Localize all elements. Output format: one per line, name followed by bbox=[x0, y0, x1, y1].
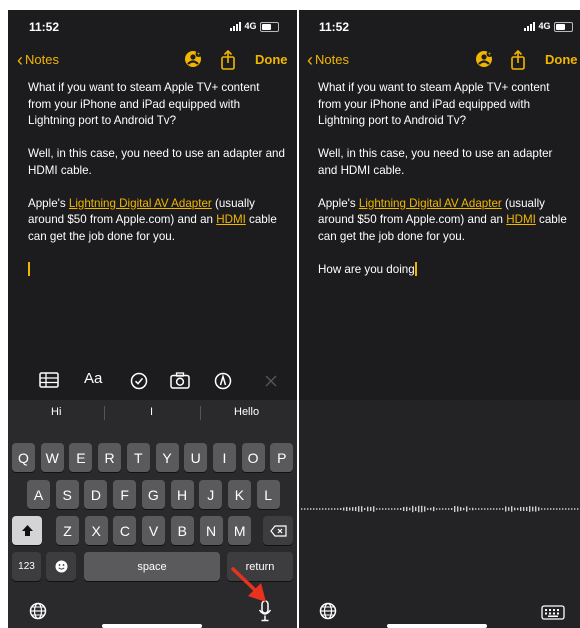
text-cursor bbox=[28, 262, 30, 277]
done-button[interactable]: Done bbox=[545, 52, 578, 67]
key-z[interactable]: Z bbox=[56, 516, 79, 545]
key-w[interactable]: W bbox=[40, 443, 64, 472]
dictation-waveform bbox=[301, 505, 579, 513]
chevron-left-icon: ‹ bbox=[307, 49, 313, 70]
collaborate-icon[interactable]: + bbox=[474, 50, 494, 68]
text-cursor bbox=[414, 262, 417, 277]
hdmi-link[interactable]: HDMI bbox=[216, 213, 246, 226]
network-type: 4G bbox=[244, 21, 257, 31]
close-icon[interactable] bbox=[265, 375, 277, 387]
note-paragraph-1: What if you want to steam Apple TV+ cont… bbox=[318, 81, 550, 127]
key-a[interactable]: A bbox=[27, 480, 50, 509]
key-s[interactable]: S bbox=[55, 480, 79, 509]
dictation-panel bbox=[299, 400, 580, 628]
key-b[interactable]: B bbox=[170, 516, 194, 545]
delete-key[interactable] bbox=[263, 516, 293, 545]
delete-icon bbox=[269, 524, 287, 537]
key-l[interactable]: L bbox=[256, 480, 280, 509]
note-paragraph-3: Apple's Lightning Digital AV Adapter (us… bbox=[28, 196, 285, 246]
svg-text:+: + bbox=[488, 52, 492, 58]
cellular-signal-icon: 4G bbox=[524, 21, 551, 31]
navigation-bar: ‹ Notes + Done bbox=[299, 48, 580, 72]
dictated-text: How are you doing bbox=[318, 262, 415, 276]
markup-icon[interactable] bbox=[214, 372, 232, 390]
key-v[interactable]: V bbox=[142, 516, 166, 545]
key-d[interactable]: D bbox=[84, 480, 108, 509]
back-label: Notes bbox=[315, 52, 349, 67]
checklist-icon[interactable] bbox=[130, 372, 148, 390]
format-toolbar: Aa bbox=[8, 367, 297, 397]
text-format-icon[interactable]: Aa bbox=[84, 370, 102, 387]
globe-icon[interactable] bbox=[319, 602, 337, 620]
note-body[interactable]: What if you want to steam Apple TV+ cont… bbox=[28, 80, 285, 295]
predictive-text-bar: Hi I Hello bbox=[8, 400, 297, 426]
key-h[interactable]: H bbox=[170, 480, 194, 509]
key-t[interactable]: T bbox=[126, 443, 150, 472]
share-icon[interactable] bbox=[220, 50, 236, 70]
keyboard: Hi I Hello QWERTYUIOPASDFGHJKLZXCVBNM 12… bbox=[8, 400, 297, 628]
suggestion-2[interactable]: I bbox=[150, 406, 153, 418]
key-k[interactable]: K bbox=[227, 480, 251, 509]
collaborate-icon[interactable]: + bbox=[183, 50, 203, 68]
note-paragraph-1: What if you want to steam Apple TV+ cont… bbox=[28, 81, 260, 127]
iphone-notes-screen-keyboard: 11:52 4G ‹ Notes + Done What if you want… bbox=[8, 10, 297, 628]
globe-icon[interactable] bbox=[29, 602, 47, 620]
keyboard-icon[interactable] bbox=[541, 605, 565, 620]
battery-icon bbox=[260, 22, 279, 32]
camera-icon[interactable] bbox=[170, 372, 190, 389]
status-bar: 11:52 4G bbox=[8, 10, 297, 38]
network-type: 4G bbox=[538, 21, 551, 31]
hdmi-link[interactable]: HDMI bbox=[506, 213, 536, 226]
status-time: 11:52 bbox=[319, 20, 350, 34]
shift-key[interactable] bbox=[12, 516, 42, 545]
key-o[interactable]: O bbox=[241, 443, 265, 472]
suggestion-3[interactable]: Hello bbox=[234, 406, 259, 418]
note-paragraph-3: Apple's Lightning Digital AV Adapter (us… bbox=[318, 196, 572, 246]
key-r[interactable]: R bbox=[98, 443, 122, 472]
emoji-key[interactable] bbox=[46, 552, 76, 581]
lightning-adapter-link[interactable]: Lightning Digital AV Adapter bbox=[69, 197, 212, 210]
note-body[interactable]: What if you want to steam Apple TV+ cont… bbox=[318, 80, 572, 295]
key-e[interactable]: E bbox=[69, 443, 93, 472]
key-p[interactable]: P bbox=[270, 443, 294, 472]
svg-text:+: + bbox=[197, 52, 201, 58]
back-label: Notes bbox=[25, 52, 59, 67]
home-indicator bbox=[387, 624, 487, 628]
done-button[interactable]: Done bbox=[255, 52, 288, 67]
key-x[interactable]: X bbox=[84, 516, 108, 545]
numbers-key[interactable]: 123 bbox=[12, 552, 41, 581]
key-g[interactable]: G bbox=[141, 480, 165, 509]
lightning-adapter-link[interactable]: Lightning Digital AV Adapter bbox=[359, 197, 502, 210]
suggestion-1[interactable]: Hi bbox=[51, 406, 61, 418]
key-q[interactable]: Q bbox=[12, 443, 35, 472]
red-arrow-annotation bbox=[231, 567, 266, 602]
emoji-icon bbox=[55, 560, 67, 573]
status-time: 11:52 bbox=[29, 20, 60, 34]
key-i[interactable]: I bbox=[212, 443, 236, 472]
back-to-notes-button[interactable]: ‹ Notes bbox=[307, 49, 349, 70]
key-n[interactable]: N bbox=[199, 516, 223, 545]
home-indicator bbox=[102, 624, 202, 628]
note-paragraph-2: Well, in this case, you need to use an a… bbox=[28, 147, 285, 177]
shift-icon bbox=[21, 525, 33, 536]
share-icon[interactable] bbox=[510, 50, 526, 70]
key-c[interactable]: C bbox=[113, 516, 137, 545]
chevron-left-icon: ‹ bbox=[17, 49, 23, 70]
cellular-signal-icon: 4G bbox=[230, 21, 257, 31]
battery-icon bbox=[554, 22, 573, 32]
space-key[interactable]: space bbox=[84, 552, 220, 581]
note-paragraph-2: Well, in this case, you need to use an a… bbox=[318, 147, 553, 177]
table-icon[interactable] bbox=[39, 372, 59, 388]
status-bar: 11:52 4G bbox=[299, 10, 580, 38]
key-y[interactable]: Y bbox=[155, 443, 179, 472]
navigation-bar: ‹ Notes + Done bbox=[8, 48, 297, 72]
iphone-notes-screen-dictation: 11:52 4G ‹ Notes + Done What if you want… bbox=[299, 10, 580, 628]
key-f[interactable]: F bbox=[113, 480, 137, 509]
key-m[interactable]: M bbox=[228, 516, 252, 545]
key-u[interactable]: U bbox=[184, 443, 208, 472]
key-j[interactable]: J bbox=[199, 480, 223, 509]
back-to-notes-button[interactable]: ‹ Notes bbox=[17, 49, 59, 70]
note-text: Apple's bbox=[28, 196, 69, 210]
note-text: Apple's bbox=[318, 196, 359, 210]
